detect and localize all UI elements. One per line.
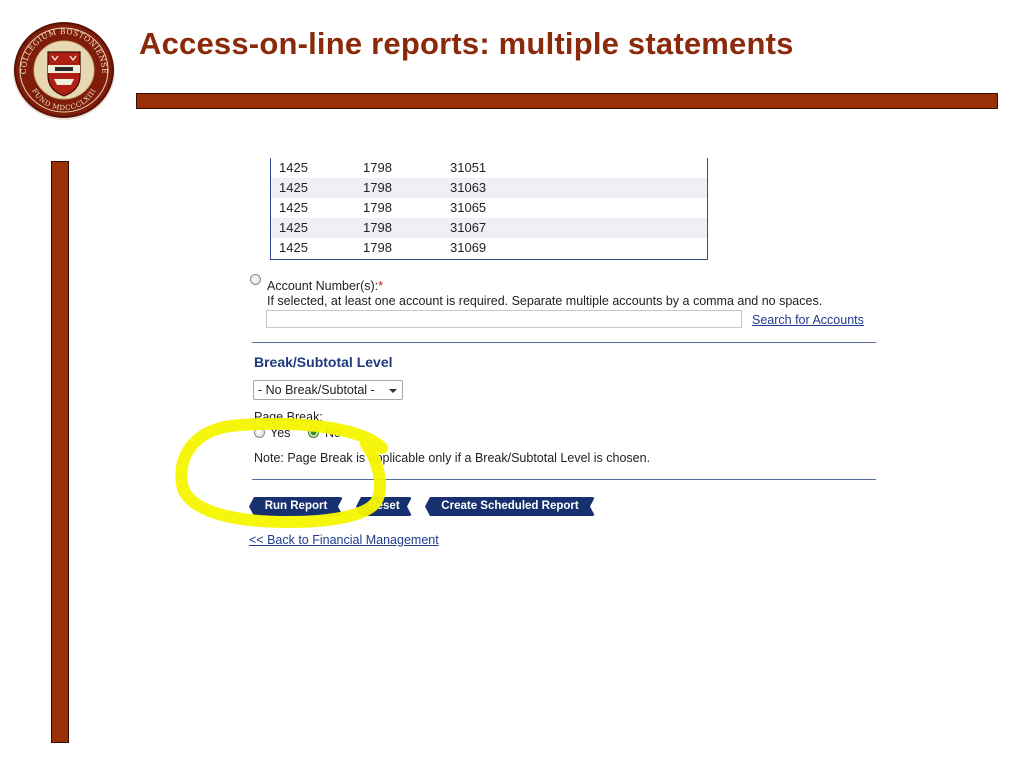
account-number-radio[interactable] [250, 274, 261, 285]
section-divider [252, 342, 876, 343]
page-break-note: Note: Page Break is applicable only if a… [254, 451, 651, 465]
required-asterisk: * [378, 279, 384, 293]
table-row: 1425 1798 31051 [271, 158, 707, 178]
break-subtotal-select[interactable]: - No Break/Subtotal - [253, 380, 403, 400]
table-cell: 1798 [363, 240, 392, 255]
title-underline-bar [136, 93, 998, 109]
table-row: 1425 1798 31067 [271, 218, 707, 238]
reset-button[interactable]: Reset [356, 497, 412, 516]
account-number-label: Account Number(s):* [267, 279, 384, 293]
account-help-text: If selected, at least one account is req… [267, 294, 823, 308]
create-scheduled-report-button[interactable]: Create Scheduled Report [425, 497, 595, 516]
table-cell: 31051 [450, 160, 487, 175]
table-cell: 31063 [450, 180, 487, 195]
table-cell: 31069 [450, 240, 487, 255]
table-cell: 1425 [279, 160, 308, 175]
slide-title: Access-on-line reports: multiple stateme… [139, 26, 794, 61]
table-cell: 1425 [279, 200, 308, 215]
run-report-button[interactable]: Run Report [249, 497, 343, 516]
table-cell: 1798 [363, 160, 392, 175]
table-cell: 31067 [450, 220, 487, 235]
page-break-label: Page Break: [254, 410, 323, 424]
table-cell: 31065 [450, 200, 487, 215]
table-cell: 1425 [279, 220, 308, 235]
page-break-yes-radio[interactable] [254, 427, 265, 438]
break-subtotal-selected: - No Break/Subtotal - [258, 383, 375, 397]
account-table: 1425 1798 31051 1425 1798 31063 1425 179… [270, 158, 708, 260]
back-to-financial-management-link[interactable]: << Back to Financial Management [249, 533, 439, 547]
chevron-down-icon [389, 389, 397, 393]
table-cell: 1798 [363, 180, 392, 195]
break-subtotal-heading: Break/Subtotal Level [254, 354, 393, 370]
page-break-yes-label: Yes [270, 426, 291, 440]
table-row: 1425 1798 31065 [271, 198, 707, 218]
table-cell: 1425 [279, 240, 308, 255]
account-number-input[interactable] [266, 310, 742, 328]
page-break-no-label: No [325, 426, 341, 440]
left-accent-bar [51, 161, 69, 743]
page-break-no-radio[interactable] [308, 427, 319, 438]
college-seal-logo: COLLEGIUM BOSTONIENSE FUND MDCCCLXIII [13, 22, 115, 120]
table-row: 1425 1798 31063 [271, 178, 707, 198]
table-row: 1425 1798 31069 [271, 238, 707, 258]
search-accounts-link[interactable]: Search for Accounts [752, 313, 864, 327]
table-cell: 1798 [363, 200, 392, 215]
section-divider [252, 479, 876, 480]
screenshot-report-form: 1425 1798 31051 1425 1798 31063 1425 179… [240, 158, 890, 558]
table-cell: 1798 [363, 220, 392, 235]
table-cell: 1425 [279, 180, 308, 195]
